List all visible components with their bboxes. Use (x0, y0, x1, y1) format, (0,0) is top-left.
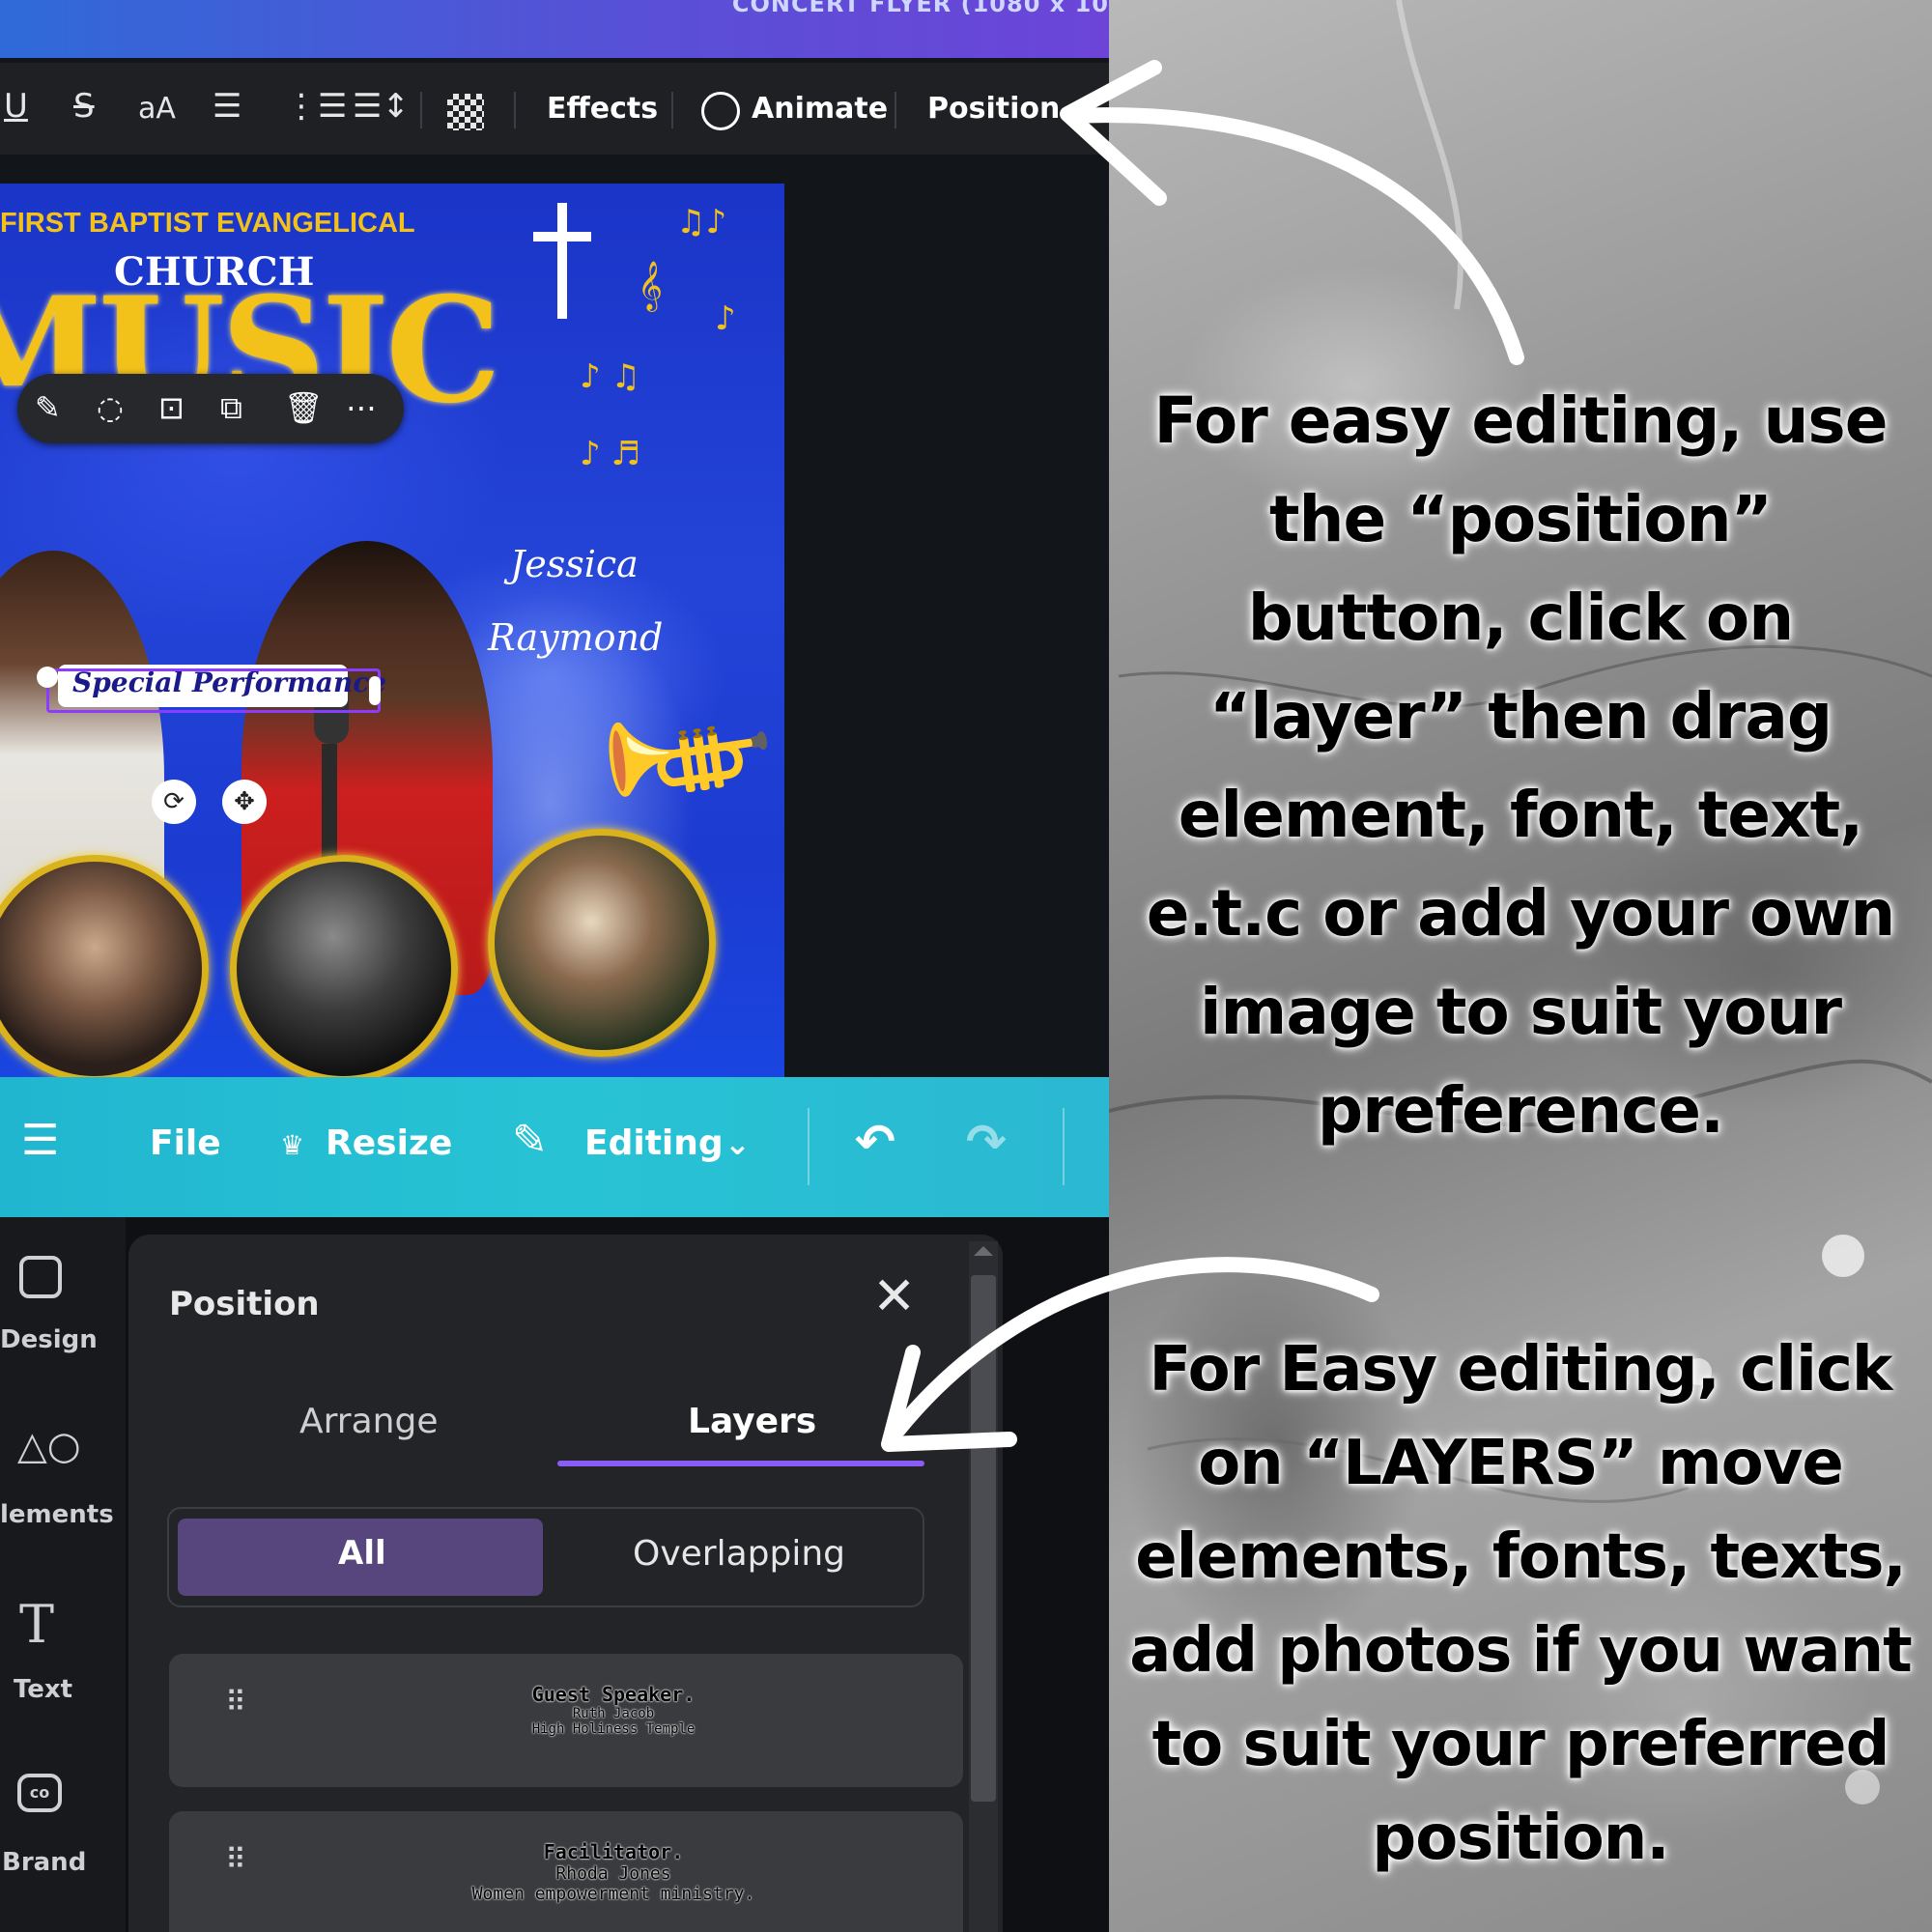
arrow-to-position-button (1060, 60, 1524, 365)
arrow-to-layers-tab (881, 1257, 1379, 1452)
annotation-arrows (881, 60, 1524, 1452)
